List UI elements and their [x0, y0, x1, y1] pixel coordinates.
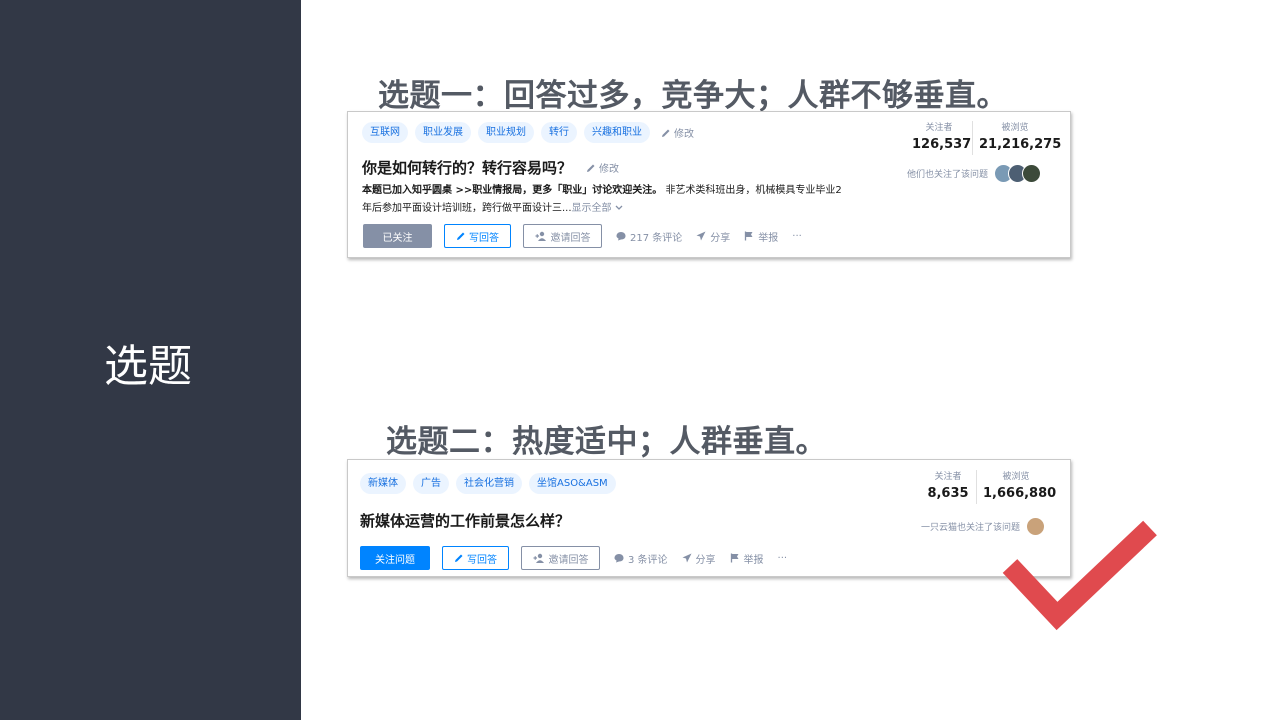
share-label: 分享	[710, 232, 731, 244]
comments-label: 3 条评论	[628, 554, 668, 566]
sidebar-title: 选题	[104, 341, 192, 392]
question-title-text: 新媒体运营的工作前景怎么样？	[360, 512, 571, 530]
add-user-icon	[533, 553, 544, 563]
view-stat: 被浏览 1,666,880	[976, 470, 1057, 504]
pencil-icon	[455, 554, 463, 562]
pencil-icon	[587, 164, 595, 172]
question-stats: 关注者 126,537 被浏览 21,216,275	[906, 121, 1062, 155]
report-button[interactable]: 举报	[730, 551, 764, 566]
topic-tag[interactable]: 互联网	[362, 122, 408, 143]
follower-stat: 关注者 126,537	[906, 121, 972, 155]
comment-icon	[616, 232, 626, 241]
chevron-down-icon	[615, 205, 623, 210]
paper-plane-icon	[682, 553, 692, 563]
invite-answer-button[interactable]: 邀请回答	[521, 546, 600, 570]
topic-tag[interactable]: 广告	[413, 473, 449, 494]
roundtable-notice: 本题已加入知乎圆桌 >>职业情报局，更多「职业」讨论欢迎关注。	[362, 185, 663, 196]
comments-button[interactable]: 3 条评论	[614, 551, 668, 566]
heading-topic-two: 选题二：热度适中；人群垂直。	[386, 424, 827, 460]
follower-count: 126,537	[912, 137, 972, 152]
view-count: 1,666,880	[983, 486, 1057, 501]
edit-tags-label: 修改	[674, 129, 694, 140]
view-count: 21,216,275	[979, 137, 1062, 152]
followed-button[interactable]: 已关注	[363, 224, 432, 248]
followers-note: 他们也关注了该问题	[907, 164, 1042, 183]
pencil-icon	[457, 232, 465, 240]
avatar[interactable]	[1022, 164, 1042, 183]
write-answer-button[interactable]: 写回答	[444, 224, 511, 248]
flag-icon	[730, 553, 739, 563]
follower-label: 关注者	[934, 472, 962, 482]
invite-answer-label: 邀请回答	[550, 232, 591, 244]
report-button[interactable]: 举报	[744, 229, 778, 244]
question-title[interactable]: 你是如何转行的？转行容易吗？ 修改	[362, 157, 619, 178]
paper-plane-icon	[696, 231, 706, 241]
topic-tags: 互联网 职业发展 职业规划 转行 兴趣和职业 修改	[362, 122, 694, 143]
checkmark-icon	[1002, 520, 1157, 631]
show-all-label: 显示全部	[571, 203, 612, 214]
write-answer-label: 写回答	[469, 232, 499, 244]
write-answer-button[interactable]: 写回答	[442, 546, 509, 570]
topic-tag[interactable]: 新媒体	[360, 473, 406, 494]
report-label: 举报	[758, 232, 779, 244]
edit-title-button[interactable]: 修改	[586, 160, 619, 175]
topic-tag[interactable]: 社会化营销	[456, 473, 522, 494]
view-label: 被浏览	[1002, 472, 1030, 482]
share-label: 分享	[695, 554, 716, 566]
topic-tag[interactable]: 兴趣和职业	[584, 122, 650, 143]
follower-label: 关注者	[925, 123, 953, 133]
view-stat: 被浏览 21,216,275	[972, 121, 1062, 155]
question-stats: 关注者 8,635 被浏览 1,666,880	[920, 470, 1057, 504]
topic-tag[interactable]: 职业规划	[478, 122, 534, 143]
question-card-two: 新媒体 广告 社会化营销 坐馆ASO&ASM 新媒体运营的工作前景怎么样？ 关注…	[347, 459, 1071, 577]
report-label: 举报	[743, 554, 764, 566]
write-answer-label: 写回答	[467, 554, 497, 566]
topic-tag[interactable]: 职业发展	[415, 122, 471, 143]
comments-label: 217 条评论	[630, 232, 683, 244]
follower-stat: 关注者 8,635	[920, 470, 976, 504]
follower-avatars	[994, 164, 1042, 183]
invite-answer-label: 邀请回答	[548, 554, 589, 566]
question-title-text: 你是如何转行的？转行容易吗？	[362, 159, 573, 177]
pencil-icon	[662, 129, 670, 137]
question-actions: 已关注 写回答 邀请回答 217 条评论 分享 举报 ···	[363, 224, 802, 248]
follow-question-button[interactable]: 关注问题	[360, 546, 430, 570]
invite-answer-button[interactable]: 邀请回答	[523, 224, 602, 248]
edit-title-label: 修改	[599, 164, 620, 175]
question-actions: 关注问题 写回答 邀请回答 3 条评论 分享 举报 ···	[360, 546, 787, 570]
question-title[interactable]: 新媒体运营的工作前景怎么样？	[360, 510, 570, 531]
topic-tag[interactable]: 转行	[541, 122, 577, 143]
comment-icon	[614, 554, 624, 563]
show-all-button[interactable]: 显示全部	[572, 203, 623, 214]
follower-count: 8,635	[927, 486, 969, 501]
question-card-one: 互联网 职业发展 职业规划 转行 兴趣和职业 修改 你是如何转行的？转行容易吗？…	[347, 111, 1071, 258]
share-button[interactable]: 分享	[696, 229, 730, 244]
add-user-icon	[535, 231, 546, 241]
view-label: 被浏览	[1001, 123, 1029, 133]
edit-tags-button[interactable]: 修改	[661, 125, 694, 140]
flag-icon	[745, 231, 753, 241]
topic-tags: 新媒体 广告 社会化营销 坐馆ASO&ASM	[360, 473, 616, 494]
more-button[interactable]: ···	[778, 553, 788, 564]
topic-tag[interactable]: 坐馆ASO&ASM	[529, 473, 616, 494]
more-button[interactable]: ···	[792, 231, 802, 242]
followers-note-text: 他们也关注了该问题	[907, 170, 989, 180]
question-description: 本题已加入知乎圆桌 >>职业情报局，更多「职业」讨论欢迎关注。 非艺术类科班出身…	[362, 182, 842, 218]
sidebar: 选题	[0, 0, 301, 720]
comments-button[interactable]: 217 条评论	[616, 229, 682, 244]
share-button[interactable]: 分享	[682, 551, 716, 566]
heading-topic-one: 选题一：回答过多，竞争大；人群不够垂直。	[378, 78, 1008, 114]
